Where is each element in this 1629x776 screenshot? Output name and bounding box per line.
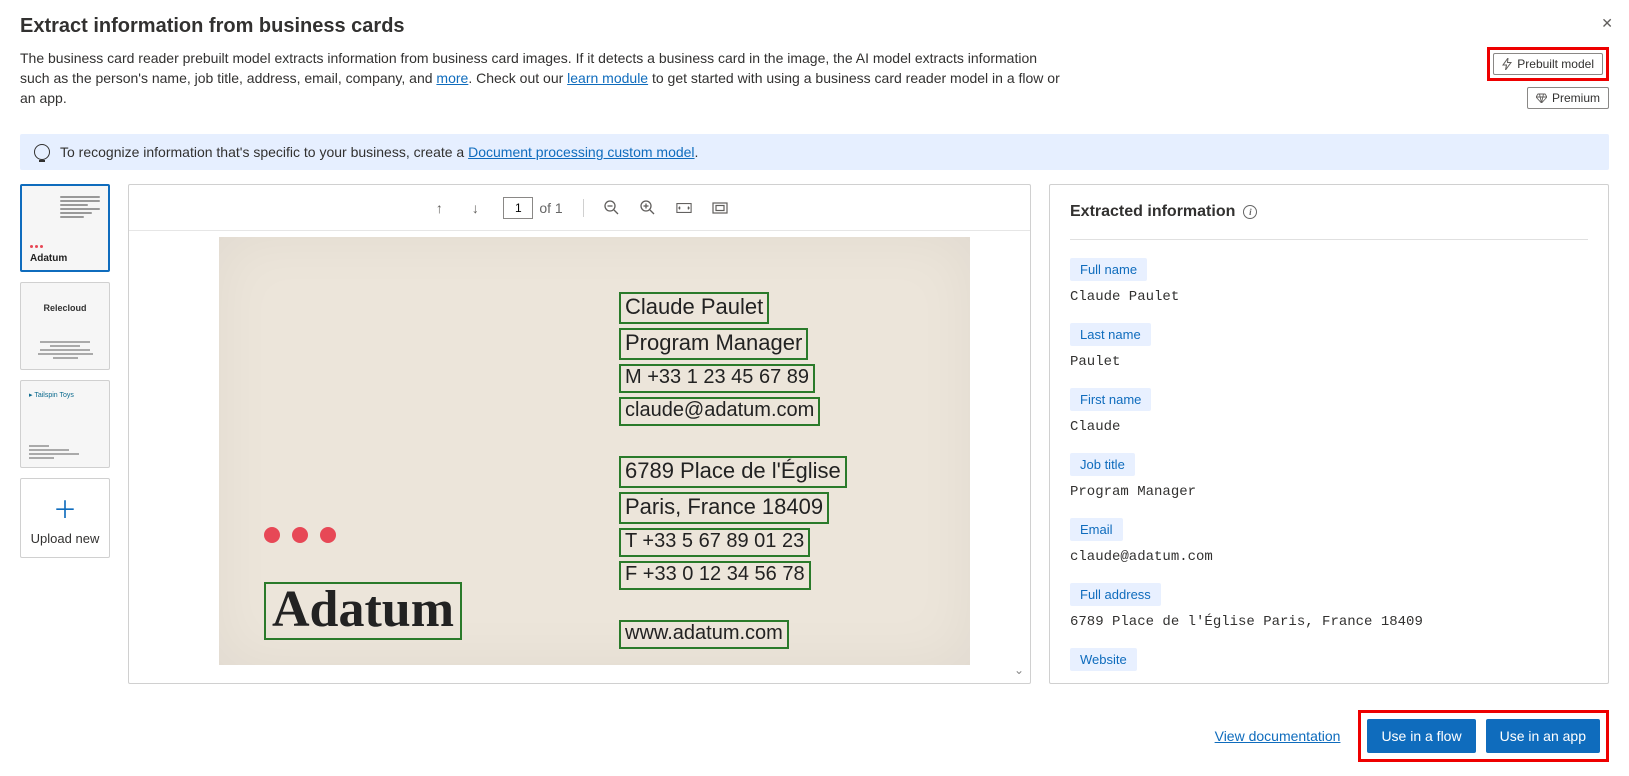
card-title-box: Program Manager (619, 328, 808, 360)
info-icon[interactable]: i (1243, 205, 1257, 219)
card-tel-box: T +33 5 67 89 01 23 (619, 528, 810, 557)
thumbnail-adatum[interactable]: Adatum (20, 184, 110, 272)
upload-new-button[interactable]: ＋ Upload new (20, 478, 110, 558)
fit-page-icon[interactable] (712, 200, 728, 216)
preview-toolbar: ↑ ↓ of 1 (129, 185, 1030, 230)
upload-label: Upload new (31, 531, 100, 546)
page-total: of 1 (539, 200, 562, 216)
fit-width-icon[interactable] (676, 200, 692, 216)
result-field-label: First name (1070, 388, 1151, 411)
use-in-flow-button[interactable]: Use in a flow (1367, 719, 1475, 753)
thumbnail-tailspin[interactable]: ▸ Tailspin Toys (20, 380, 110, 468)
result-field-label: Full name (1070, 258, 1147, 281)
result-field-label: Email (1070, 518, 1123, 541)
result-field-value: Paulet (1070, 354, 1588, 370)
result-field-label: Last name (1070, 323, 1151, 346)
card-company-box: Adatum (264, 582, 462, 640)
card-email-box: claude@adatum.com (619, 397, 820, 426)
tip-text2: . (695, 144, 699, 160)
result-field-value: Claude (1070, 419, 1588, 435)
thumb3-logo: Tailspin Toys (34, 392, 74, 399)
preview-pane: ↑ ↓ of 1 Adatum (128, 184, 1031, 684)
lightbulb-icon (34, 144, 50, 160)
thumbnail-list: Adatum Relecloud ▸ Tailspin Toys ＋ Uploa… (20, 184, 110, 684)
results-heading: Extracted information (1070, 203, 1235, 221)
plus-icon: ＋ (53, 490, 77, 525)
card-addr2-box: Paris, France 18409 (619, 492, 829, 524)
close-icon[interactable]: ✕ (1601, 15, 1613, 32)
page-title: Extract information from business cards (20, 15, 1609, 38)
use-in-app-button[interactable]: Use in an app (1486, 719, 1600, 753)
highlight-use-buttons: Use in a flow Use in an app (1358, 710, 1609, 762)
view-documentation-link[interactable]: View documentation (1215, 728, 1341, 744)
thumb2-logo: Relecloud (21, 303, 109, 313)
learn-module-link[interactable]: learn module (567, 70, 648, 86)
result-field-label: Full address (1070, 583, 1161, 606)
prebuilt-model-badge[interactable]: Prebuilt model (1493, 53, 1603, 75)
zoom-out-icon[interactable] (604, 200, 620, 216)
result-field: First name Claude (1070, 388, 1588, 435)
page-input[interactable] (503, 197, 533, 219)
highlight-prebuilt: Prebuilt model (1487, 47, 1609, 81)
result-field: Email claude@adatum.com (1070, 518, 1588, 565)
bolt-icon (1502, 58, 1512, 70)
result-field: Job title Program Manager (1070, 453, 1588, 500)
card-dots-icon (264, 527, 336, 543)
result-field: Full address 6789 Place de l'Église Paris… (1070, 583, 1588, 630)
result-field: Full name Claude Paulet (1070, 258, 1588, 305)
card-fax-box: F +33 0 12 34 56 78 (619, 561, 811, 590)
arrow-up-icon[interactable]: ↑ (431, 200, 447, 216)
result-field-value: Program Manager (1070, 484, 1588, 500)
thumbnail-relecloud[interactable]: Relecloud (20, 282, 110, 370)
card-name-box: Claude Paulet (619, 292, 769, 324)
card-addr1-box: 6789 Place de l'Église (619, 456, 847, 488)
thumb1-logo: Adatum (30, 253, 67, 264)
desc-part2: . Check out our (468, 70, 567, 86)
result-field-label: Website (1070, 648, 1137, 671)
zoom-in-icon[interactable] (640, 200, 656, 216)
prebuilt-label: Prebuilt model (1517, 57, 1594, 71)
description: The business card reader prebuilt model … (20, 48, 1070, 108)
arrow-down-icon[interactable]: ↓ (467, 200, 483, 216)
result-field-value: 6789 Place de l'Église Paris, France 184… (1070, 614, 1588, 630)
card-web-box: www.adatum.com (619, 620, 789, 649)
business-card-image: Adatum Claude Paulet Program Manager M +… (219, 237, 970, 665)
result-field-value: claude@adatum.com (1070, 549, 1588, 565)
result-field: Last name Paulet (1070, 323, 1588, 370)
result-field-label: Job title (1070, 453, 1135, 476)
results-pane[interactable]: Extracted information i Full name Claude … (1049, 184, 1609, 684)
result-field-value: Claude Paulet (1070, 289, 1588, 305)
tip-banner: To recognize information that's specific… (20, 134, 1609, 170)
card-mobile-box: M +33 1 23 45 67 89 (619, 364, 815, 393)
tip-text1: To recognize information that's specific… (60, 144, 468, 160)
premium-label: Premium (1552, 91, 1600, 105)
result-field: Website (1070, 648, 1588, 679)
premium-badge[interactable]: Premium (1527, 87, 1609, 109)
preview-canvas[interactable]: Adatum Claude Paulet Program Manager M +… (129, 230, 1030, 683)
diamond-icon (1536, 93, 1547, 103)
scroll-down-icon[interactable]: ⌄ (1014, 663, 1024, 677)
custom-model-link[interactable]: Document processing custom model (468, 144, 694, 160)
more-link[interactable]: more (436, 70, 468, 86)
